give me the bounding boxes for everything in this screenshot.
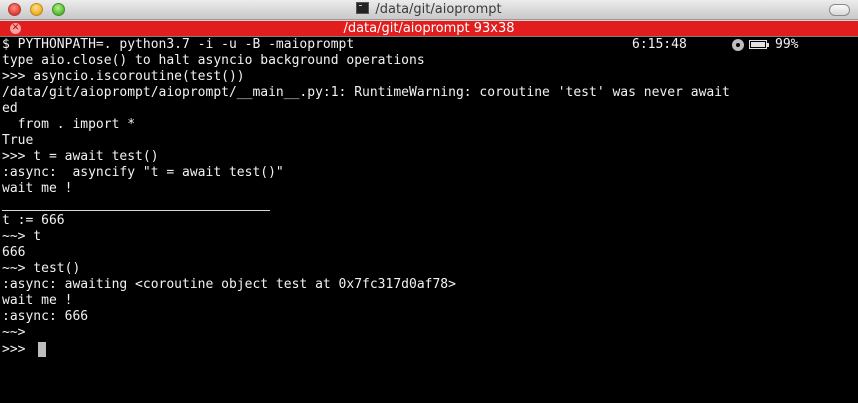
toolbar-toggle-button[interactable] [829,4,850,16]
window-titlebar: /data/git/aioprompt [0,0,858,20]
terminal-line: ~~> test() [2,261,81,276]
tab-label: /data/git/aioprompt 93x38 [343,21,515,36]
status-clock: 6:15:48 [632,37,687,52]
terminal-line: wait me ! [2,181,73,196]
terminal-line: $ PYTHONPATH=. python3.7 -i -u -B -maiop… [2,37,355,52]
terminal-line: ed [2,101,18,116]
battery-tip [767,43,769,47]
terminal-line: wait me ! [2,293,73,308]
window-title: /data/git/aioprompt [0,1,858,18]
terminal-line: ~~> [2,325,26,340]
tab-close-icon[interactable]: ✕ [10,23,21,34]
battery-percent: 99% [775,37,799,52]
terminal-line: 666 [2,245,26,260]
terminal-line: True [2,133,34,148]
text-cursor [38,342,46,357]
separator-rule [2,210,270,211]
terminal-line: ~~> t [2,229,42,244]
terminal-output[interactable]: $ PYTHONPATH=. python3.7 -i -u -B -maiop… [0,37,858,403]
radiation-icon [732,39,744,51]
tab-terminal[interactable]: ✕ /data/git/aioprompt 93x38 [0,21,858,36]
terminal-line: :async: asyncify "t = await test()" [2,165,284,180]
battery-fill [751,42,765,47]
battery-icon [749,40,767,49]
terminal-line: :async: 666 [2,309,89,324]
terminal-line: >>> asyncio.iscoroutine(test()) [2,69,245,84]
terminal-line: from . import * [2,117,136,132]
window-title-text: /data/git/aioprompt [375,2,502,17]
terminal-icon [356,2,370,14]
terminal-line: type aio.close() to halt asyncio backgro… [2,53,425,68]
terminal-line: >>> t = await test() [2,149,159,164]
terminal-line: :async: awaiting <coroutine object test … [2,277,456,292]
tab-bar: ✕ /data/git/aioprompt 93x38 [0,20,858,37]
terminal-prompt: >>> [2,342,34,357]
terminal-line: t := 666 [2,213,65,228]
terminal-line: /data/git/aioprompt/aioprompt/__main__.p… [2,85,730,100]
